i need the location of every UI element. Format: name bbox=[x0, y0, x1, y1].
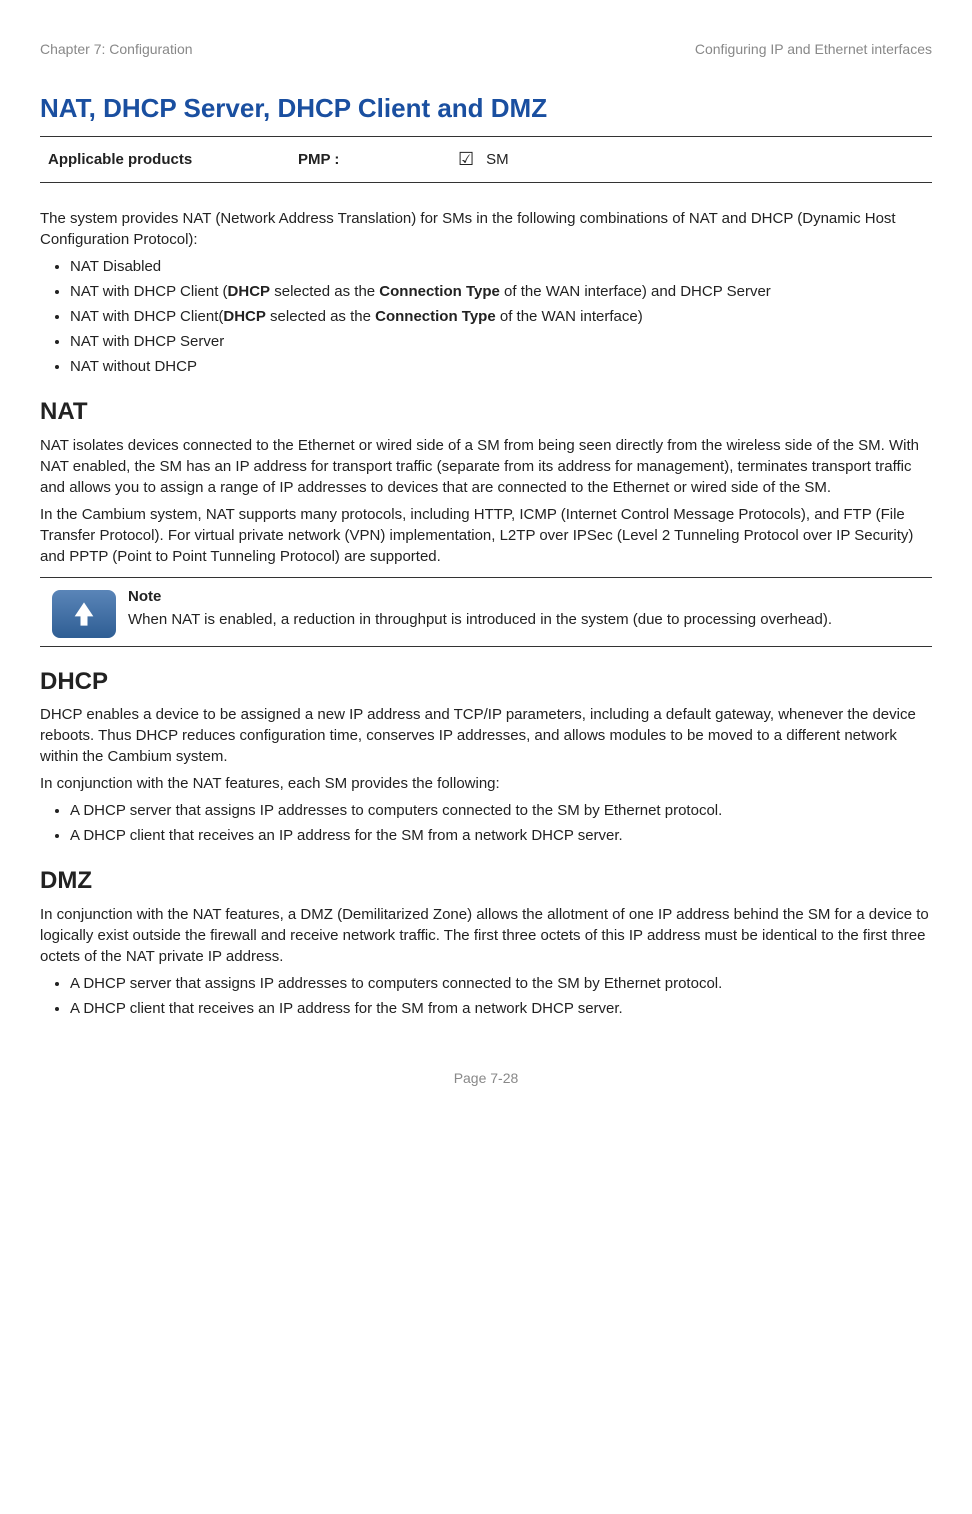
dhcp-paragraph-1: DHCP enables a device to be assigned a n… bbox=[40, 704, 932, 767]
page-title: NAT, DHCP Server, DHCP Client and DMZ bbox=[40, 90, 932, 126]
note-icon bbox=[52, 590, 116, 638]
dmz-heading: DMZ bbox=[40, 864, 932, 898]
note-label: Note bbox=[128, 586, 832, 607]
dhcp-paragraph-2: In conjunction with the NAT features, ea… bbox=[40, 773, 932, 794]
dhcp-list: A DHCP server that assigns IP addresses … bbox=[40, 800, 932, 846]
list-item: A DHCP client that receives an IP addres… bbox=[70, 998, 932, 1019]
dhcp-heading: DHCP bbox=[40, 665, 932, 699]
header-right: Configuring IP and Ethernet interfaces bbox=[695, 40, 932, 60]
list-item: NAT with DHCP Client (DHCP selected as t… bbox=[70, 281, 932, 302]
applicable-pmp: PMP : bbox=[298, 149, 458, 170]
applicable-label: Applicable products bbox=[48, 149, 298, 170]
dmz-paragraph-1: In conjunction with the NAT features, a … bbox=[40, 904, 932, 967]
applicable-product: SM bbox=[486, 149, 509, 170]
dmz-list: A DHCP server that assigns IP addresses … bbox=[40, 973, 932, 1019]
nat-heading: NAT bbox=[40, 395, 932, 429]
note-block: Note When NAT is enabled, a reduction in… bbox=[40, 577, 932, 647]
list-item: A DHCP client that receives an IP addres… bbox=[70, 825, 932, 846]
intro-paragraph: The system provides NAT (Network Address… bbox=[40, 208, 932, 250]
list-item: NAT Disabled bbox=[70, 256, 932, 277]
applicable-products-block: Applicable products PMP : ☑ SM bbox=[40, 136, 932, 183]
nat-paragraph-1: NAT isolates devices connected to the Et… bbox=[40, 435, 932, 498]
nat-paragraph-2: In the Cambium system, NAT supports many… bbox=[40, 504, 932, 567]
list-item: A DHCP server that assigns IP addresses … bbox=[70, 973, 932, 994]
note-text: When NAT is enabled, a reduction in thro… bbox=[128, 611, 832, 628]
intro-list: NAT Disabled NAT with DHCP Client (DHCP … bbox=[40, 256, 932, 377]
check-icon: ☑ bbox=[458, 147, 474, 172]
page-footer: Page 7-28 bbox=[40, 1069, 932, 1089]
list-item: NAT with DHCP Server bbox=[70, 331, 932, 352]
page-header: Chapter 7: Configuration Configuring IP … bbox=[40, 40, 932, 60]
header-left: Chapter 7: Configuration bbox=[40, 40, 193, 60]
list-item: NAT with DHCP Client(DHCP selected as th… bbox=[70, 306, 932, 327]
list-item: A DHCP server that assigns IP addresses … bbox=[70, 800, 932, 821]
list-item: NAT without DHCP bbox=[70, 356, 932, 377]
